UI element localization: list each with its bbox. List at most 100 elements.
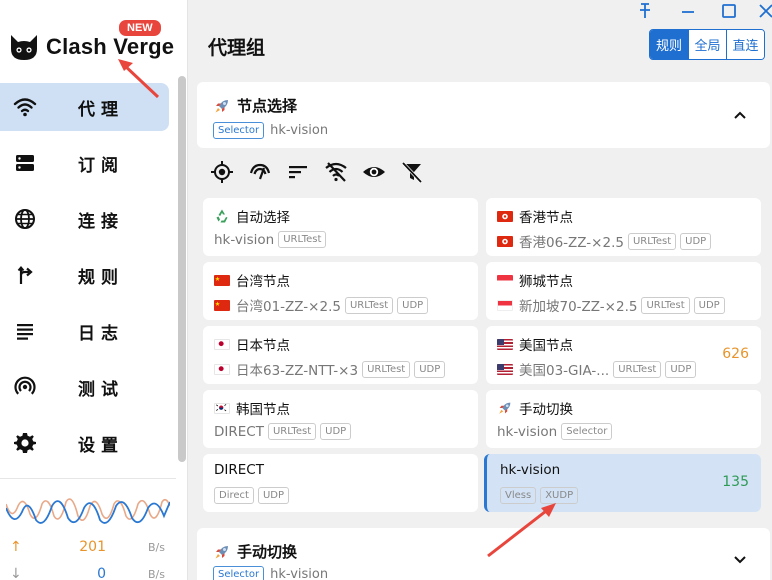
- node-name-label: 狮城节点: [519, 274, 573, 290]
- sidebar-item-label: 代理: [78, 99, 124, 120]
- node-name-label: DIRECT: [214, 462, 264, 478]
- node-tag: URLTest: [641, 296, 690, 314]
- node-name: 台湾节点: [214, 270, 290, 290]
- node-name-label: 自动选择: [236, 210, 290, 226]
- signal-off-icon[interactable]: [324, 160, 348, 184]
- sg-flag-icon: [497, 299, 513, 311]
- speedometer-icon[interactable]: [248, 160, 272, 184]
- node-tag: Direct: [214, 487, 254, 504]
- node-name: 韩国节点: [214, 398, 290, 418]
- sidebar-scrollbar[interactable]: [178, 76, 186, 462]
- node-subtitle: 美国03-GIA-... URLTest UDP: [497, 359, 697, 379]
- node-name: 手动切换: [497, 398, 573, 418]
- download-speed: ↓ 0 B/s: [6, 566, 170, 580]
- eye-icon[interactable]: [362, 160, 386, 184]
- node-tag: URLTest: [278, 231, 327, 248]
- node-name-label: hk-vision: [500, 462, 561, 478]
- node-tag: URLTest: [627, 232, 677, 250]
- node-name-label: 手动切换: [519, 402, 573, 418]
- mode-rule-button[interactable]: 规则: [650, 30, 688, 59]
- node-subtitle: hk-vision URLTest: [214, 231, 327, 248]
- node-name: 日本节点: [214, 334, 290, 354]
- node-subtitle: Vless XUDP: [496, 487, 579, 504]
- mode-global-button[interactable]: 全局: [688, 30, 726, 59]
- sidebar-item-logs[interactable]: 日志: [0, 307, 169, 355]
- proxy-group-header[interactable]: 手动切换 Selector hk-vision: [197, 528, 770, 580]
- hk-flag-icon: [497, 235, 513, 247]
- node-card[interactable]: 自动选择 hk-vision URLTest: [203, 198, 478, 256]
- node-sub-label: DIRECT: [214, 423, 264, 440]
- sidebar-divider: [0, 478, 176, 479]
- sidebar-item-connections[interactable]: 连接: [0, 195, 169, 243]
- jp-flag-icon: [214, 338, 230, 350]
- maximize-icon[interactable]: [719, 1, 739, 21]
- group-type-tag: Selector: [213, 566, 265, 580]
- node-name-label: 美国节点: [519, 338, 573, 354]
- sidebar-item-label: 测试: [78, 379, 124, 400]
- sidebar-item-subscription[interactable]: 订阅: [0, 139, 169, 187]
- sidebar-item-rules[interactable]: 规则: [0, 251, 169, 299]
- proxy-group-header[interactable]: 节点选择 Selector hk-vision: [197, 82, 770, 148]
- node-subtitle: hk-vision Selector: [497, 423, 613, 440]
- signal-icon: [14, 376, 36, 395]
- sidebar-item-test[interactable]: 测试: [0, 363, 169, 411]
- node-name: 自动选择: [214, 206, 290, 226]
- node-card[interactable]: 韩国节点 DIRECT URLTest UDP: [203, 390, 478, 448]
- node-card[interactable]: DIRECT Direct UDP: [203, 454, 478, 512]
- node-tag: URLTest: [362, 360, 411, 378]
- sidebar-item-label: 设置: [78, 435, 124, 456]
- us-flag-icon: [497, 338, 513, 350]
- node-name-label: 韩国节点: [236, 402, 290, 418]
- node-sub-label: 日本63-ZZ-NTT-×3: [236, 363, 359, 379]
- node-delay[interactable]: 626: [722, 346, 749, 362]
- mode-direct-button[interactable]: 直连: [726, 30, 764, 59]
- node-name-label: 香港节点: [519, 210, 573, 226]
- node-card[interactable]: 香港节点 香港06-ZZ-×2.5 URLTest UDP: [486, 198, 761, 256]
- node-tag: XUDP: [540, 487, 579, 504]
- group-toolbar: [210, 160, 438, 188]
- group-name-label: 手动切换: [237, 543, 298, 561]
- download-unit: B/s: [148, 568, 165, 580]
- node-delay[interactable]: 135: [722, 474, 749, 490]
- storage-icon: [16, 155, 34, 171]
- pin-icon[interactable]: [635, 1, 655, 21]
- app-name: Clash Verge: [46, 34, 175, 59]
- node-tag: UDP: [693, 296, 725, 314]
- locate-icon[interactable]: [210, 160, 234, 184]
- node-card[interactable]: 台湾节点 台湾01-ZZ-×2.5 URLTest UDP: [203, 262, 478, 320]
- node-sub-label: 台湾01-ZZ-×2.5: [236, 299, 341, 315]
- sidebar-item-proxy[interactable]: 代理: [0, 83, 169, 131]
- filter-off-icon[interactable]: [400, 160, 424, 184]
- group-subtitle: Selector hk-vision: [213, 122, 328, 139]
- node-card[interactable]: 美国节点 美国03-GIA-... URLTest UDP 626: [486, 326, 761, 384]
- node-tag: URLTest: [613, 360, 662, 378]
- group-current-node: hk-vision: [270, 567, 329, 580]
- node-card-selected[interactable]: hk-vision Vless XUDP 135: [484, 454, 761, 512]
- download-value: 0: [97, 566, 106, 580]
- upload-value: 201: [79, 539, 106, 555]
- new-badge: NEW: [119, 20, 161, 36]
- sidebar-item-label: 连接: [78, 211, 124, 232]
- node-card[interactable]: 手动切换 hk-vision Selector: [486, 390, 761, 448]
- group-subtitle: Selector hk-vision: [213, 566, 328, 580]
- node-sub-label: hk-vision: [497, 423, 558, 440]
- node-sub-label: 新加坡70-ZZ-×2.5: [519, 299, 638, 315]
- node-name-label: 日本节点: [236, 338, 290, 354]
- chevron-up-icon[interactable]: [733, 108, 747, 122]
- close-icon[interactable]: [756, 1, 772, 21]
- chevron-down-icon[interactable]: [733, 553, 747, 567]
- node-name: 狮城节点: [497, 270, 573, 290]
- node-subtitle: 日本63-ZZ-NTT-×3 URLTest UDP: [214, 359, 446, 379]
- rocket-icon: [215, 99, 228, 112]
- sidebar-item-settings[interactable]: 设置: [0, 419, 169, 467]
- minimize-icon[interactable]: [678, 1, 698, 21]
- node-card[interactable]: 狮城节点 新加坡70-ZZ-×2.5 URLTest UDP: [486, 262, 761, 320]
- node-tag: Vless: [500, 487, 537, 504]
- sidebar-nav: 代理 订阅 连接 规则 日志 测试 设置: [0, 83, 188, 475]
- node-sub-label: hk-vision: [214, 231, 275, 248]
- page-title: 代理组: [208, 37, 266, 59]
- us-flag-icon: [497, 363, 513, 375]
- sort-icon[interactable]: [286, 160, 310, 184]
- node-name: 香港节点: [497, 206, 573, 226]
- node-card[interactable]: 日本节点 日本63-ZZ-NTT-×3 URLTest UDP: [203, 326, 478, 384]
